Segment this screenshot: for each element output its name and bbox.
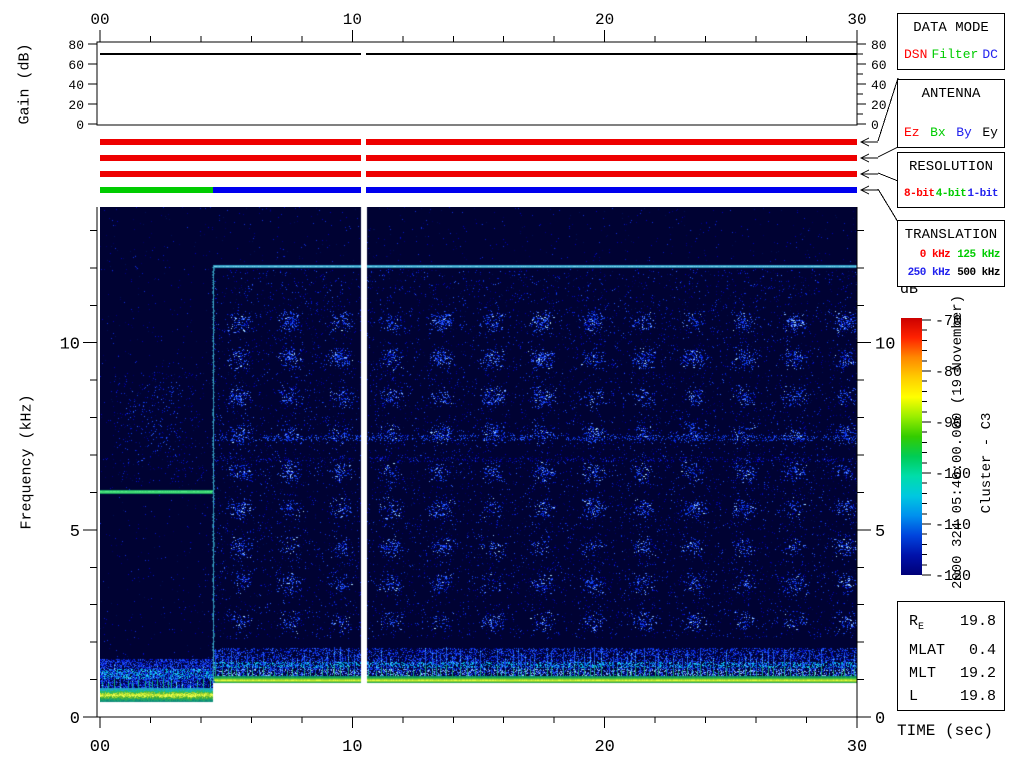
antenna-ez: Ez [904, 125, 920, 140]
time-axis-title: TIME (sec) [897, 722, 994, 740]
l-value: 19.8 [959, 688, 996, 705]
arrow-antenna [859, 153, 878, 163]
arrow-data-mode [859, 137, 878, 147]
translation-500khz: 500 kHz [957, 267, 1000, 279]
svg-text:80: 80 [871, 38, 887, 53]
svg-text:20: 20 [68, 98, 84, 113]
svg-text:20: 20 [595, 11, 614, 29]
arrow-resolution [859, 169, 878, 179]
mlt-value: 19.2 [959, 665, 996, 682]
data-mode-filter: Filter [931, 47, 979, 62]
svg-text:0: 0 [875, 710, 885, 729]
info-row-re: RE 19.8 [909, 610, 996, 639]
axis-ticks: 000010102020303080 8060 6040 4020 200 00 05 510… [60, 11, 971, 757]
translation-panel: TRANSLATION 0 kHz 125 kHz 250 kHz 500 kH… [897, 220, 1005, 287]
svg-text:00: 00 [90, 738, 110, 757]
svg-text:5: 5 [875, 523, 885, 542]
status-bars [100, 139, 857, 193]
connector-translation [877, 188, 899, 223]
svg-text:30: 30 [847, 738, 867, 757]
svg-text:00: 00 [90, 11, 109, 29]
connector-antenna [877, 146, 899, 158]
antenna-panel: ANTENNA Ez Bx By Ey [897, 79, 1005, 148]
antenna-bx: Bx [930, 125, 946, 140]
re-value: 19.8 [959, 613, 996, 630]
svg-text:0: 0 [70, 710, 80, 729]
resolution-4bit: 4-bit [935, 188, 967, 200]
svg-text:-110: -110 [935, 517, 971, 534]
svg-text:20: 20 [871, 98, 887, 113]
svg-text:0: 0 [871, 118, 879, 133]
resolution-1bit: 1-bit [967, 188, 998, 200]
info-row-l: L 19.8 [909, 685, 996, 708]
svg-text:10: 10 [60, 336, 80, 355]
data-mode-dc: DC [982, 47, 998, 62]
svg-text:10: 10 [342, 738, 362, 757]
info-row-mlt: MLT 19.2 [909, 662, 996, 685]
arrow-translation [859, 185, 878, 195]
resolution-panel: RESOLUTION 8-bit 4-bit 1-bit [897, 152, 1005, 208]
svg-text:20: 20 [594, 738, 614, 757]
translation-0khz: 0 kHz [919, 249, 951, 261]
svg-text:40: 40 [68, 78, 84, 93]
data-mode-title: DATA MODE [913, 20, 989, 36]
svg-text:60: 60 [68, 58, 84, 73]
svg-text:10: 10 [875, 336, 895, 355]
translation-250khz: 250 kHz [907, 267, 951, 279]
translation-125khz: 125 kHz [957, 249, 1000, 261]
svg-text:30: 30 [847, 11, 866, 29]
antenna-title: ANTENNA [921, 86, 981, 102]
svg-text:-100: -100 [935, 466, 971, 483]
svg-text:80: 80 [68, 38, 84, 53]
resolution-title: RESOLUTION [908, 159, 993, 175]
svg-text:60: 60 [871, 58, 887, 73]
data-mode-panel: DATA MODE DSN Filter DC [897, 13, 1005, 70]
mlat-value: 0.4 [968, 642, 996, 659]
connector-resolution [877, 172, 899, 182]
antenna-ey: Ey [982, 125, 998, 140]
svg-text:-70: -70 [935, 313, 962, 330]
svg-text:-90: -90 [935, 415, 962, 432]
info-row-mlat: MLAT 0.4 [909, 639, 996, 662]
svg-text:40: 40 [871, 78, 887, 93]
svg-text:10: 10 [343, 11, 362, 29]
wbd-spectrogram-display: { "labels": { "time_title": "TIME (sec)"… [0, 0, 1024, 768]
svg-text:5: 5 [70, 523, 80, 542]
ephemeris-panel: RE 19.8 MLAT 0.4 MLT 19.2 L 19.8 [897, 601, 1005, 711]
translation-title: TRANSLATION [904, 227, 998, 243]
antenna-by: By [956, 125, 972, 140]
axes-overlay: 000010102020303080 8060 6040 4020 200 00 05 510… [60, 11, 971, 757]
svg-text:-120: -120 [935, 568, 971, 585]
data-mode-dsn: DSN [904, 47, 928, 62]
svg-text:-80: -80 [935, 364, 962, 381]
spectrogram-frame [96, 207, 858, 718]
resolution-8bit: 8-bit [904, 188, 935, 200]
svg-text:0: 0 [76, 118, 84, 133]
